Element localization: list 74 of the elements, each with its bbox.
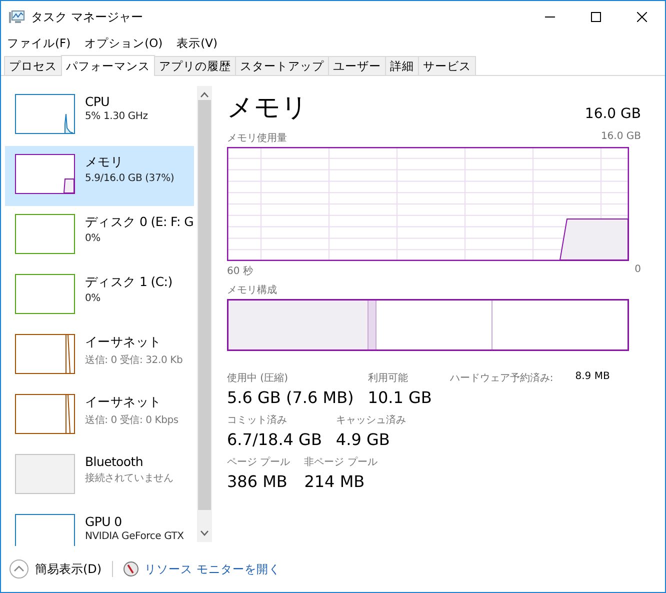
- stat-label: ページ プール: [227, 456, 290, 469]
- stat-value: 10.1 GB: [368, 388, 432, 407]
- stat-value: 4.9 GB: [336, 430, 391, 449]
- window-title: タスク マネージャー: [31, 8, 144, 26]
- time-start-label: 60 秒: [227, 264, 253, 278]
- graph-thumbnail: [15, 514, 75, 546]
- item-detail: 送信: 0 受信: 32.0 Kb: [85, 354, 183, 367]
- stat-value: 214 MB: [304, 472, 366, 491]
- tab[interactable]: パフォーマンス: [61, 55, 155, 76]
- scroll-down-icon[interactable]: [200, 530, 209, 536]
- menu-item[interactable]: オプション(O): [84, 36, 163, 50]
- stat-label: 非ページ プール: [304, 456, 378, 469]
- sidebar-item[interactable]: メモリ 5.9/16.0 GB (37%): [5, 146, 194, 206]
- sidebar-item[interactable]: Bluetooth 接続されていません: [5, 446, 194, 506]
- item-detail: NVIDIA GeForce GTX: [85, 531, 184, 542]
- tab[interactable]: 詳細: [385, 56, 419, 75]
- tab[interactable]: スタートアップ: [235, 56, 329, 75]
- item-name: イーサネット: [85, 334, 162, 351]
- item-name: CPU: [85, 94, 111, 109]
- sidebar-item[interactable]: イーサネット 送信: 0 受信: 32.0 Kb: [5, 326, 194, 386]
- stat-value: 5.6 GB (7.6 MB): [227, 388, 354, 407]
- graph-label: メモリ構成: [227, 284, 277, 297]
- item-detail: 0%: [85, 233, 102, 244]
- stat-label: 使用中 (圧縮): [227, 372, 289, 385]
- sidebar-item[interactable]: イーサネット 送信: 0 受信: 0 Kbps: [5, 386, 194, 446]
- tab[interactable]: プロセス: [4, 56, 62, 75]
- tab[interactable]: サービス: [418, 56, 476, 75]
- stat-value: 8.9 MB: [575, 371, 610, 382]
- menu-item[interactable]: ファイル(F): [7, 36, 71, 50]
- close-icon: [637, 12, 647, 22]
- stat-label: ハードウェア予約済み:: [450, 372, 554, 385]
- graph-thumbnail: [15, 154, 75, 194]
- sidebar-item[interactable]: CPU 5% 1.30 GHz: [5, 86, 194, 146]
- item-detail: 0%: [85, 293, 102, 304]
- app-icon: [9, 10, 25, 24]
- scrollbar[interactable]: [197, 86, 212, 542]
- menu-item[interactable]: 表示(V): [176, 36, 218, 50]
- item-name: メモリ: [85, 154, 124, 171]
- total-memory: 16.0 GB: [584, 106, 641, 122]
- item-name: GPU 0: [85, 514, 123, 529]
- panel-title: メモリ: [227, 92, 308, 125]
- fewer-details-button[interactable]: 簡易表示(D): [35, 560, 102, 578]
- graph-thumbnail: [15, 94, 75, 134]
- stat-label: 利用可能: [368, 372, 409, 385]
- sidebar-item[interactable]: ディスク 1 (C:) 0%: [5, 266, 194, 326]
- item-detail: 5.9/16.0 GB (37%): [85, 173, 174, 184]
- tab[interactable]: ユーザー: [328, 56, 386, 75]
- graph-max-label: 16.0 GB: [600, 131, 641, 144]
- graph-thumbnail: [15, 334, 75, 374]
- stat-label: コミット済み: [227, 414, 288, 427]
- scroll-up-icon[interactable]: [200, 92, 209, 98]
- gauge-icon: [122, 561, 139, 577]
- time-end-label: 0: [634, 264, 641, 277]
- graph-thumbnail: [15, 394, 75, 434]
- item-name: ディスク 0 (E: F: G: [85, 214, 194, 231]
- graph-label: メモリ使用量: [227, 132, 287, 145]
- tab[interactable]: アプリの履歴: [154, 56, 236, 75]
- item-name: イーサネット: [85, 394, 162, 411]
- collapse-icon[interactable]: [9, 559, 29, 579]
- sidebar-item[interactable]: ディスク 0 (E: F: G 0%: [5, 206, 194, 266]
- sidebar-item[interactable]: GPU 0 NVIDIA GeForce GTX: [5, 506, 194, 546]
- graph-thumbnail: [15, 214, 75, 254]
- item-detail: 接続されていません: [85, 472, 174, 485]
- graph-thumbnail: [15, 454, 75, 494]
- resource-monitor-link[interactable]: リソース モニターを開く: [144, 562, 280, 576]
- item-name: Bluetooth: [85, 454, 144, 469]
- stat-value: 6.7/18.4 GB: [227, 430, 322, 449]
- maximize-icon: [591, 12, 601, 22]
- graph-thumbnail: [15, 274, 75, 314]
- stat-value: 386 MB: [227, 472, 288, 491]
- item-detail: 5% 1.30 GHz: [85, 111, 148, 122]
- item-name: ディスク 1 (C:): [85, 274, 172, 291]
- item-detail: 送信: 0 受信: 0 Kbps: [85, 414, 178, 427]
- stat-label: キャッシュ済み: [336, 414, 406, 427]
